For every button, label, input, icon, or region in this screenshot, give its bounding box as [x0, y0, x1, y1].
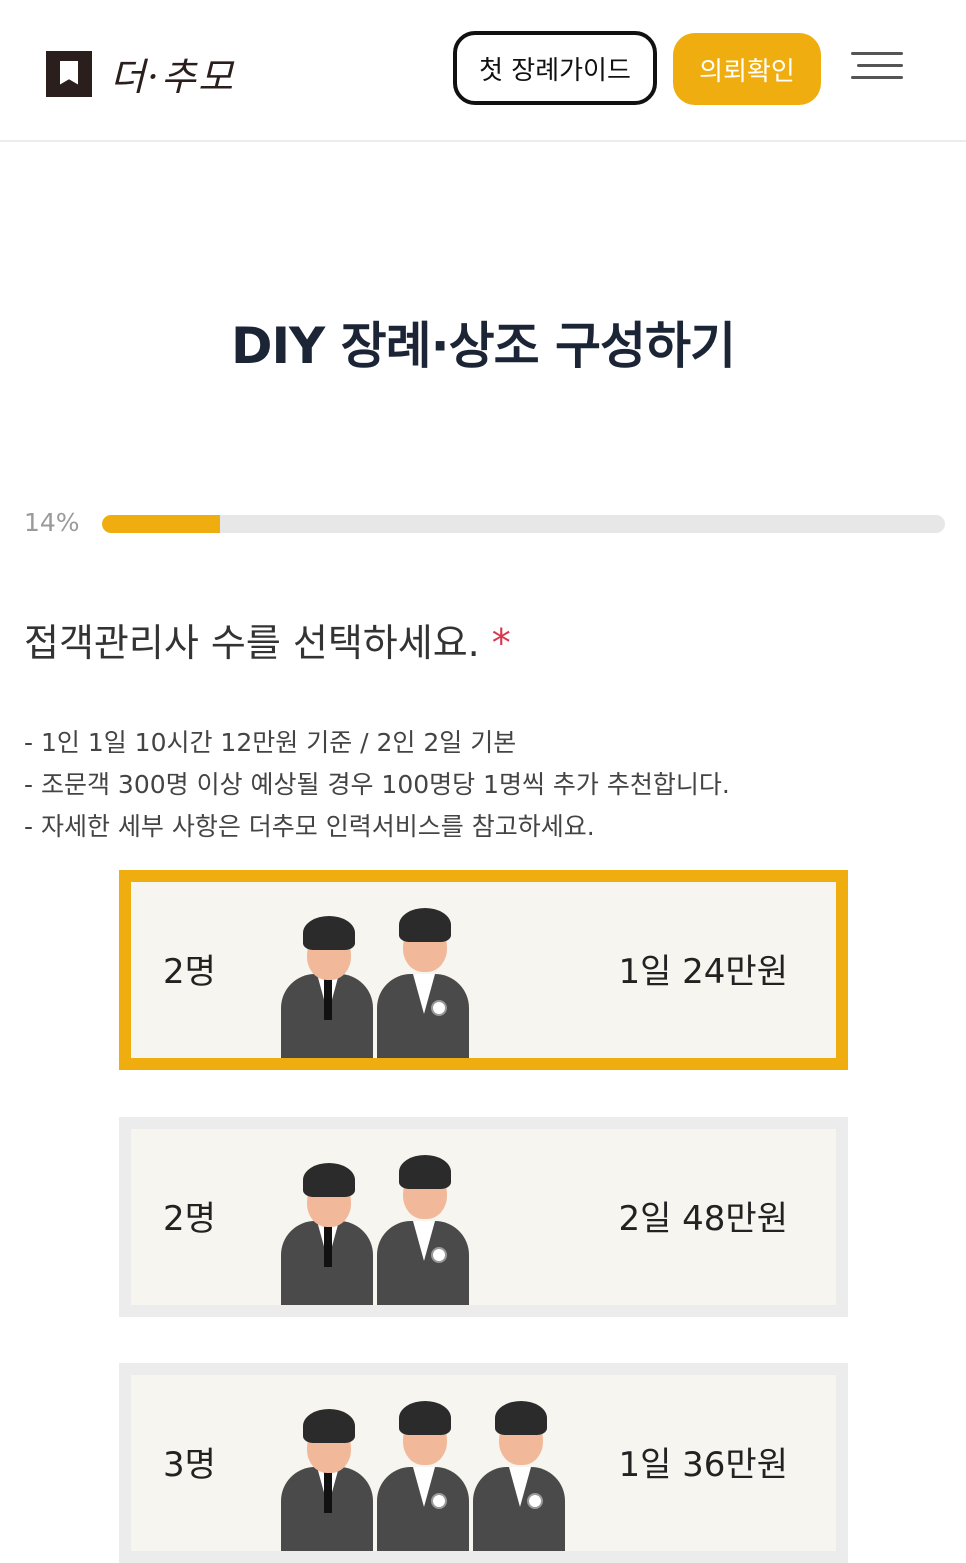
question-text: 접객관리사 수를 선택하세요. — [24, 621, 480, 665]
logo-text: 더·추모 — [110, 55, 235, 99]
staff-person-icon — [377, 1401, 473, 1551]
site-header: 더·추모 첫 장례가이드 의뢰확인 — [0, 0, 966, 142]
progress-percent: 14% — [24, 508, 80, 537]
option-card-3[interactable]: 3명 1일 36만원 — [119, 1363, 848, 1563]
note-item: - 조문객 300명 이상 예상될 경우 100명당 1명씩 추가 추천합니다. — [24, 770, 730, 799]
note-item: - 자세한 세부 사항은 더추모 인력서비스를 참고하세요. — [24, 812, 595, 841]
progress-bar-fill — [102, 515, 221, 533]
option-price: 2일 48만원 — [618, 1199, 788, 1239]
option-count: 2명 — [163, 1199, 216, 1239]
hamburger-menu-icon[interactable] — [851, 52, 903, 82]
logo-mark-icon — [46, 50, 92, 97]
brand-logo[interactable]: 더·추모 — [46, 46, 235, 101]
option-price: 1일 24만원 — [618, 952, 788, 992]
page-title: DIY 장례·상조 구성하기 — [230, 317, 736, 375]
staff-person-icon — [281, 1155, 377, 1305]
progress-bar — [102, 515, 945, 533]
question-heading: 접객관리사 수를 선택하세요. * — [24, 612, 511, 667]
required-marker: * — [491, 621, 511, 665]
option-card-1[interactable]: 2명 1일 24만원 — [119, 870, 848, 1070]
funeral-guide-button[interactable]: 첫 장례가이드 — [453, 31, 657, 105]
staff-person-icon — [377, 1155, 473, 1305]
option-card-2[interactable]: 2명 2일 48만원 — [119, 1117, 848, 1317]
staff-person-icon — [281, 1401, 377, 1551]
option-count: 2명 — [163, 952, 216, 992]
note-item: - 1인 1일 10시간 12만원 기준 / 2인 2일 기본 — [24, 728, 517, 757]
staff-person-icon — [377, 908, 473, 1058]
staff-person-icon — [281, 908, 377, 1058]
notes-list: - 1인 1일 10시간 12만원 기준 / 2인 2일 기본 - 조문객 30… — [24, 722, 730, 848]
request-check-button[interactable]: 의뢰확인 — [673, 33, 821, 105]
staff-person-icon — [473, 1401, 569, 1551]
